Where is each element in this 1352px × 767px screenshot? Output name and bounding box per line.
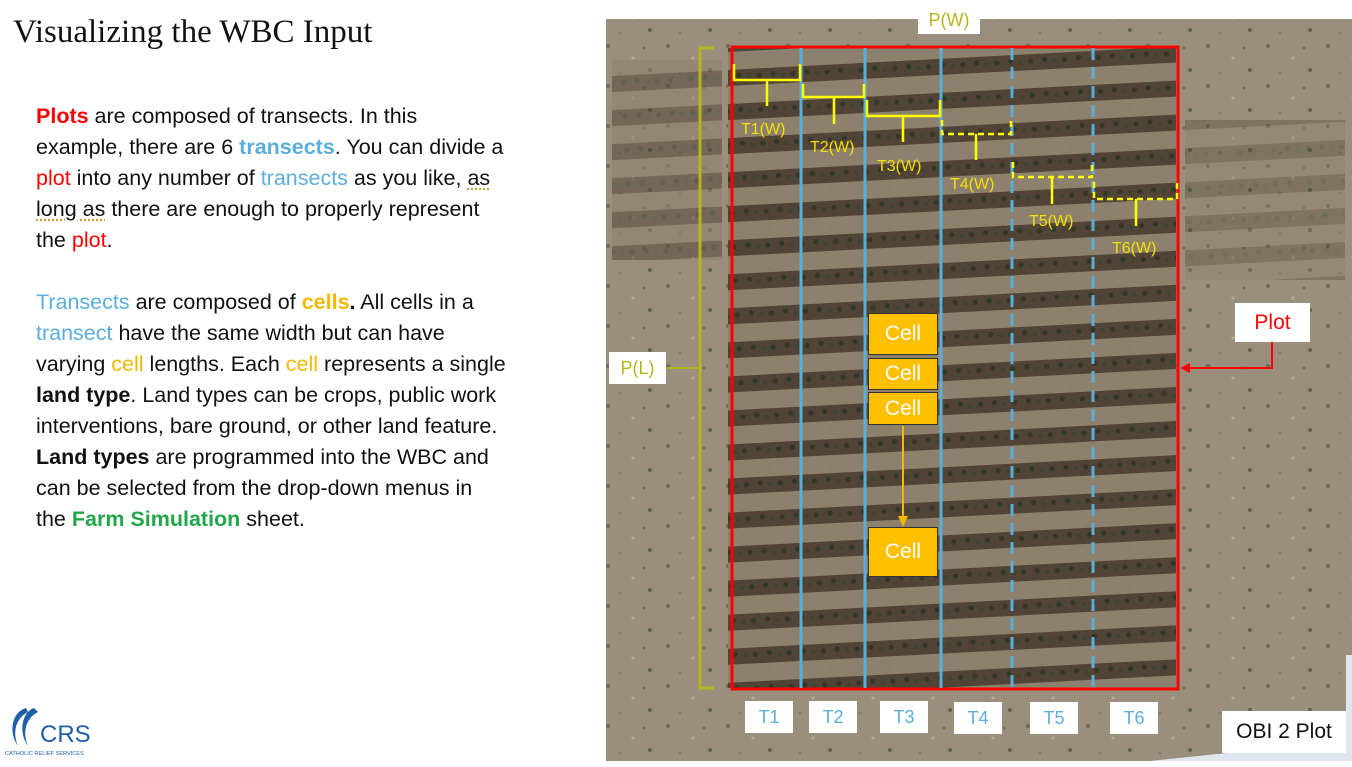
transect-label-t4: T4 — [954, 702, 1002, 734]
transect-label-t2: T2 — [809, 701, 857, 733]
term-plot: plot — [71, 228, 107, 252]
t1-width-label: T1(W) — [741, 121, 786, 138]
plots-paragraph: Plots are composed of transects. In this… — [36, 101, 506, 256]
logo-text: CRS — [40, 721, 90, 748]
term-farm-simulation: Farm Simulation — [71, 507, 241, 531]
term-land-type: land type — [36, 383, 131, 407]
cell-box: Cell — [868, 527, 938, 577]
text: lengths. Each — [143, 352, 286, 376]
figure-caption: OBI 2 Plot — [1222, 711, 1346, 753]
text: represents a single — [318, 352, 506, 376]
term-plot: plot — [36, 166, 71, 190]
text: . You can divide a — [334, 135, 504, 159]
plot-width-label: P(W) — [918, 6, 980, 34]
term-transects: Transects — [36, 290, 130, 314]
text: All cells in a — [355, 290, 474, 314]
transect-label-t6: T6 — [1110, 702, 1158, 734]
term-cell: cell — [285, 352, 319, 376]
cell-box: Cell — [868, 392, 938, 425]
cell-box: Cell — [868, 358, 938, 390]
cell-box: Cell — [868, 313, 938, 355]
t2-width-label: T2(W) — [810, 139, 855, 156]
transect-label-t3: T3 — [880, 701, 928, 733]
plot-label: Plot — [1235, 303, 1310, 342]
term-transect: transect — [36, 321, 113, 345]
plot-length-label: P(L) — [609, 352, 666, 384]
text: sheet. — [240, 507, 305, 531]
page-title: Visualizing the WBC Input — [13, 14, 373, 50]
term-transects: transects — [239, 135, 335, 159]
term-cell: cell — [111, 352, 144, 376]
text: are composed of — [129, 290, 302, 314]
t5-width-label: T5(W) — [1029, 213, 1074, 230]
transects-paragraph: Transects are composed of cells. All cel… — [36, 287, 506, 535]
transect-label-t1: T1 — [745, 701, 793, 733]
aerial-plot-photo — [606, 19, 1352, 761]
t4-width-label: T4(W) — [950, 176, 995, 193]
term-land-types: Land types — [36, 445, 150, 469]
term-plots: Plots — [36, 104, 89, 128]
text: as you like, — [347, 166, 468, 190]
term-transects: transects — [260, 166, 348, 190]
t6-width-label: T6(W) — [1112, 240, 1157, 257]
text: into any number of — [70, 166, 261, 190]
logo-subtitle: CATHOLIC RELIEF SERVICES — [5, 751, 84, 757]
term-cells: cells — [301, 290, 350, 314]
crs-logo: CRS CATHOLIC RELIEF SERVICES — [5, 708, 90, 757]
transect-label-t5: T5 — [1030, 702, 1078, 734]
t3-width-label: T3(W) — [877, 158, 922, 175]
text: . — [106, 228, 113, 252]
